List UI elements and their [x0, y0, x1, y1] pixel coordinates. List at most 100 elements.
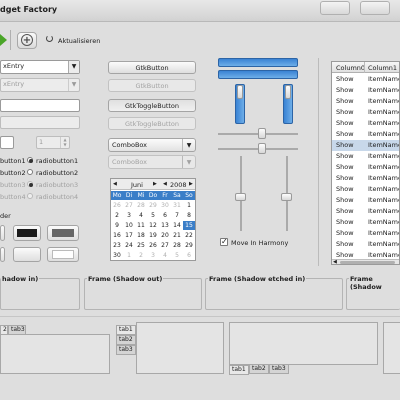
- color-button-gray[interactable]: [47, 225, 79, 241]
- calendar-day[interactable]: 11: [135, 221, 147, 230]
- calendar-day[interactable]: 1: [183, 201, 195, 210]
- calendar-day[interactable]: 2: [111, 211, 123, 220]
- calendar-day[interactable]: 30: [111, 251, 123, 260]
- radiobutton2-label[interactable]: radiobutton2: [36, 169, 78, 177]
- calendar-day[interactable]: 1: [123, 251, 135, 260]
- calendar-day[interactable]: 24: [123, 241, 135, 250]
- text-entry[interactable]: [0, 99, 80, 112]
- spin-button-1[interactable]: 1: [0, 136, 14, 149]
- scale-knob[interactable]: [285, 85, 291, 99]
- tree-row[interactable]: Show ItemName: [332, 118, 399, 129]
- move-in-harmony-label[interactable]: Move In Harmony: [231, 239, 288, 247]
- calendar-day[interactable]: 16: [111, 231, 123, 240]
- hscale-knob-1[interactable]: [258, 128, 266, 139]
- tab-vertical-3[interactable]: tab3: [116, 345, 136, 355]
- calendar-day[interactable]: 3: [123, 211, 135, 220]
- refresh-label[interactable]: Aktualisieren: [58, 37, 100, 45]
- scroll-left-icon[interactable]: ◀: [333, 259, 337, 264]
- prev-month-icon[interactable]: ◀: [113, 181, 117, 187]
- calendar-day[interactable]: 15: [183, 221, 195, 230]
- tree-view[interactable]: Column0 Column1 Show ItemName Show ItemName…: [331, 61, 400, 265]
- tree-row[interactable]: Show ItemName: [332, 239, 399, 250]
- tree-row[interactable]: Show ItemName: [332, 85, 399, 96]
- move-in-harmony-checkbox[interactable]: ✓: [220, 237, 228, 246]
- calendar-day[interactable]: 18: [135, 231, 147, 240]
- tab-left-3[interactable]: tab3: [8, 325, 26, 335]
- calendar-day[interactable]: 22: [183, 231, 195, 240]
- calendar-day[interactable]: 26: [147, 241, 159, 250]
- tab-vertical-2[interactable]: tab2: [116, 335, 136, 345]
- tree-row[interactable]: Show ItemName: [332, 195, 399, 206]
- calendar-day[interactable]: 9: [111, 221, 123, 230]
- tree-row[interactable]: Show ItemName: [332, 140, 399, 151]
- tree-row[interactable]: Show ItemName: [332, 162, 399, 173]
- play-icon[interactable]: [0, 34, 7, 46]
- combo-entry-1[interactable]: xEntry ▼: [0, 60, 80, 74]
- next-year-icon[interactable]: ▶: [189, 181, 193, 187]
- calendar-day[interactable]: 6: [159, 211, 171, 220]
- tree-column-1-header[interactable]: Column1: [368, 64, 397, 72]
- color-button-1[interactable]: [0, 225, 5, 241]
- calendar-day[interactable]: 20: [159, 231, 171, 240]
- tree-row[interactable]: Show ItemName: [332, 129, 399, 140]
- calendar-day[interactable]: 2: [135, 251, 147, 260]
- radiobutton1-label[interactable]: radiobutton1: [36, 157, 78, 165]
- radio-label-left-2[interactable]: button2: [0, 169, 26, 177]
- tab-bottom-2[interactable]: tab2: [249, 364, 269, 374]
- calendar-day[interactable]: 23: [111, 241, 123, 250]
- radiobutton1[interactable]: [27, 157, 33, 163]
- calendar-day[interactable]: 31: [171, 201, 183, 210]
- window-button-2[interactable]: [360, 1, 390, 15]
- calendar-day[interactable]: 17: [123, 231, 135, 240]
- next-month-icon[interactable]: ▶: [153, 181, 157, 187]
- calendar[interactable]: ◀ Juni ▶ ◀ 2008 ▶ Mo Di Mi Do Fr Sa So 26 27 28 2…: [110, 178, 196, 261]
- vscale-knob-2[interactable]: [281, 193, 292, 201]
- tree-column-0-header[interactable]: Column0: [336, 64, 365, 72]
- calendar-day[interactable]: 29: [147, 201, 159, 210]
- tree-row[interactable]: Show ItemName: [332, 151, 399, 162]
- calendar-day[interactable]: 4: [135, 211, 147, 220]
- tree-row[interactable]: Show ItemName: [332, 173, 399, 184]
- calendar-day[interactable]: 28: [135, 201, 147, 210]
- calendar-day[interactable]: 5: [147, 211, 159, 220]
- hscale-knob-2[interactable]: [258, 143, 266, 154]
- calendar-day[interactable]: 13: [159, 221, 171, 230]
- radio-label-left-1[interactable]: button1: [0, 157, 26, 165]
- calendar-day[interactable]: 21: [171, 231, 183, 240]
- tree-row[interactable]: Show ItemName: [332, 96, 399, 107]
- scale-knob[interactable]: [237, 85, 243, 99]
- pane-divider[interactable]: [318, 58, 319, 266]
- scrollbar-thumb[interactable]: [340, 261, 395, 264]
- vscale-knob-1[interactable]: [235, 193, 246, 201]
- calendar-day[interactable]: 8: [183, 211, 195, 220]
- add-button[interactable]: +: [17, 32, 37, 49]
- tab-vertical-1[interactable]: tab1: [116, 325, 136, 335]
- horizontal-scale-2[interactable]: [218, 70, 298, 79]
- chevron-down-icon[interactable]: ▼: [68, 61, 79, 73]
- calendar-day[interactable]: 26: [111, 201, 123, 210]
- calendar-day[interactable]: 6: [183, 251, 195, 260]
- toggle-button[interactable]: GtkToggleButton: [108, 99, 196, 112]
- calendar-day[interactable]: 5: [171, 251, 183, 260]
- calendar-day[interactable]: 14: [171, 221, 183, 230]
- tree-row[interactable]: Show ItemName: [332, 184, 399, 195]
- tree-row[interactable]: Show ItemName: [332, 228, 399, 239]
- calendar-day[interactable]: 27: [123, 201, 135, 210]
- font-button-2[interactable]: [13, 247, 41, 262]
- combobox-1[interactable]: ComboBox ▼: [108, 138, 196, 152]
- prev-year-icon[interactable]: ◀: [163, 181, 167, 187]
- calendar-day[interactable]: 30: [159, 201, 171, 210]
- tree-row[interactable]: Show ItemName: [332, 74, 399, 85]
- calendar-day[interactable]: 27: [159, 241, 171, 250]
- calendar-day[interactable]: 28: [171, 241, 183, 250]
- calendar-day[interactable]: 7: [171, 211, 183, 220]
- calendar-day[interactable]: 25: [135, 241, 147, 250]
- calendar-day[interactable]: 19: [147, 231, 159, 240]
- calendar-day[interactable]: 12: [147, 221, 159, 230]
- calendar-day[interactable]: 10: [123, 221, 135, 230]
- gtk-button[interactable]: GtkButton: [108, 61, 196, 74]
- tree-row[interactable]: Show ItemName: [332, 206, 399, 217]
- calendar-day[interactable]: 4: [159, 251, 171, 260]
- window-button-1[interactable]: [320, 1, 350, 15]
- calendar-day[interactable]: 3: [147, 251, 159, 260]
